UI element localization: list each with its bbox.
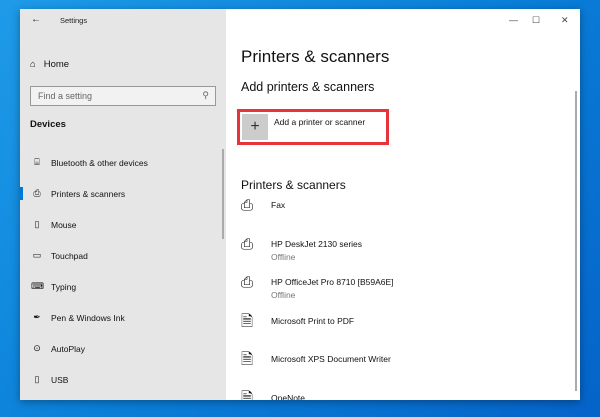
document-printer-icon: 🗎 xyxy=(241,351,254,368)
home-label: Home xyxy=(43,59,70,70)
add-printer-button[interactable]: + Add a printer or scanner xyxy=(237,109,389,145)
document-printer-icon: 🗎 xyxy=(241,312,254,330)
back-arrow-icon[interactable]: ← xyxy=(31,14,41,25)
plus-icon: + xyxy=(242,114,268,140)
page-title: Printers & scanners xyxy=(241,47,390,66)
sidebar-nav: ⌸ Bluetooth & other devices ⎙ Printers & sc… xyxy=(20,147,226,395)
sidebar-scrollbar[interactable] xyxy=(222,149,224,239)
main-scrollbar[interactable] xyxy=(575,91,577,391)
printer-icon: ⎙ xyxy=(241,197,254,214)
printer-icon: ⎙ xyxy=(33,188,41,198)
printer-name: Microsoft XPS Document Writer xyxy=(271,354,391,364)
close-button[interactable]: ✕ xyxy=(561,15,569,26)
search-icon: ⚲ xyxy=(202,90,209,100)
maximize-button[interactable]: ☐ xyxy=(532,15,540,26)
sidebar-item-label: Printers & scanners xyxy=(51,188,126,199)
mouse-icon: ▯ xyxy=(34,219,40,229)
sidebar-item-label: Pen & Windows Ink xyxy=(51,312,125,323)
keyboard-icon: ⌨ xyxy=(31,281,44,291)
printer-status: Offline xyxy=(271,290,296,300)
sidebar-item-label: Typing xyxy=(51,281,77,292)
printer-icon: ⎙ xyxy=(241,235,254,253)
printer-status: Offline xyxy=(271,251,296,262)
add-printer-label: Add a printer or scanner xyxy=(274,117,366,127)
window-title: Settings xyxy=(60,16,88,25)
printer-name: Fax xyxy=(271,200,286,210)
document-printer-icon: 🗎 xyxy=(241,389,254,401)
sidebar-item-printers-scanners[interactable]: ⎙ Printers & scanners xyxy=(20,178,226,209)
sidebar-item-touchpad[interactable]: ▭ Touchpad xyxy=(20,240,226,271)
autoplay-icon: ⊙ xyxy=(33,343,41,353)
sidebar-item-usb[interactable]: ▯ USB xyxy=(20,364,226,395)
minimize-button[interactable]: — xyxy=(509,15,518,25)
printers-list-heading: Printers & scanners xyxy=(241,178,346,192)
printer-name: HP DeskJet 2130 series xyxy=(271,238,363,249)
settings-window: ← Settings ⌂ Home Find a setting ⚲ Devices… xyxy=(20,9,580,400)
sidebar-item-autoplay[interactable]: ⊙ AutoPlay xyxy=(20,333,226,364)
printer-item[interactable]: ⎙ HP DeskJet 2130 series Offline xyxy=(241,236,394,275)
sidebar-item-mouse[interactable]: ▯ Mouse xyxy=(20,209,226,240)
sidebar-item-label: USB xyxy=(51,374,69,385)
sidebar-item-label: Touchpad xyxy=(51,250,88,261)
sidebar-item-label: Bluetooth & other devices xyxy=(51,157,148,168)
printer-item[interactable]: 🗎 OneNote xyxy=(241,390,394,401)
printer-list: ⎙ Fax ⎙ HP DeskJet 2130 series Offline ⎙ HP Of… xyxy=(241,197,394,400)
printer-name: OneNote xyxy=(271,392,306,401)
sidebar: ← Settings ⌂ Home Find a setting ⚲ Devices… xyxy=(20,9,226,400)
bluetooth-icon: ⌸ xyxy=(34,157,40,167)
sidebar-item-label: Mouse xyxy=(51,219,77,230)
printer-item[interactable]: ⎙ HP OfficeJet Pro 8710 [B59A6E] Offline xyxy=(241,274,394,313)
printer-name: Microsoft Print to PDF xyxy=(271,315,355,326)
sidebar-item-typing[interactable]: ⌨ Typing xyxy=(20,271,226,302)
printer-item[interactable]: 🗎 Microsoft XPS Document Writer xyxy=(241,351,394,390)
home-icon: ⌂ xyxy=(30,59,36,70)
sidebar-item-bluetooth-other-devices[interactable]: ⌸ Bluetooth & other devices xyxy=(20,147,226,178)
sidebar-item-pen-windows-ink[interactable]: ✒ Pen & Windows Ink xyxy=(20,302,226,333)
touchpad-icon: ▭ xyxy=(32,250,42,260)
sidebar-item-label: AutoPlay xyxy=(51,343,86,354)
printer-item[interactable]: ⎙ Fax xyxy=(241,197,394,236)
add-section-heading: Add printers & scanners xyxy=(241,80,375,94)
main-content: — ☐ ✕ Printers & scanners Add printers &… xyxy=(226,9,580,400)
printer-icon: ⎙ xyxy=(241,274,254,291)
search-input[interactable]: Find a setting ⚲ xyxy=(30,86,216,106)
title-bar: ← Settings xyxy=(20,9,226,31)
printer-item[interactable]: 🗎 Microsoft Print to PDF xyxy=(241,313,394,352)
home-link[interactable]: ⌂ Home xyxy=(30,59,69,70)
usb-icon: ▯ xyxy=(34,374,40,384)
category-heading: Devices xyxy=(30,119,66,130)
search-placeholder: Find a setting xyxy=(38,91,93,101)
printer-name: HP OfficeJet Pro 8710 [B59A6E] xyxy=(271,277,394,287)
pen-icon: ✒ xyxy=(33,312,41,322)
